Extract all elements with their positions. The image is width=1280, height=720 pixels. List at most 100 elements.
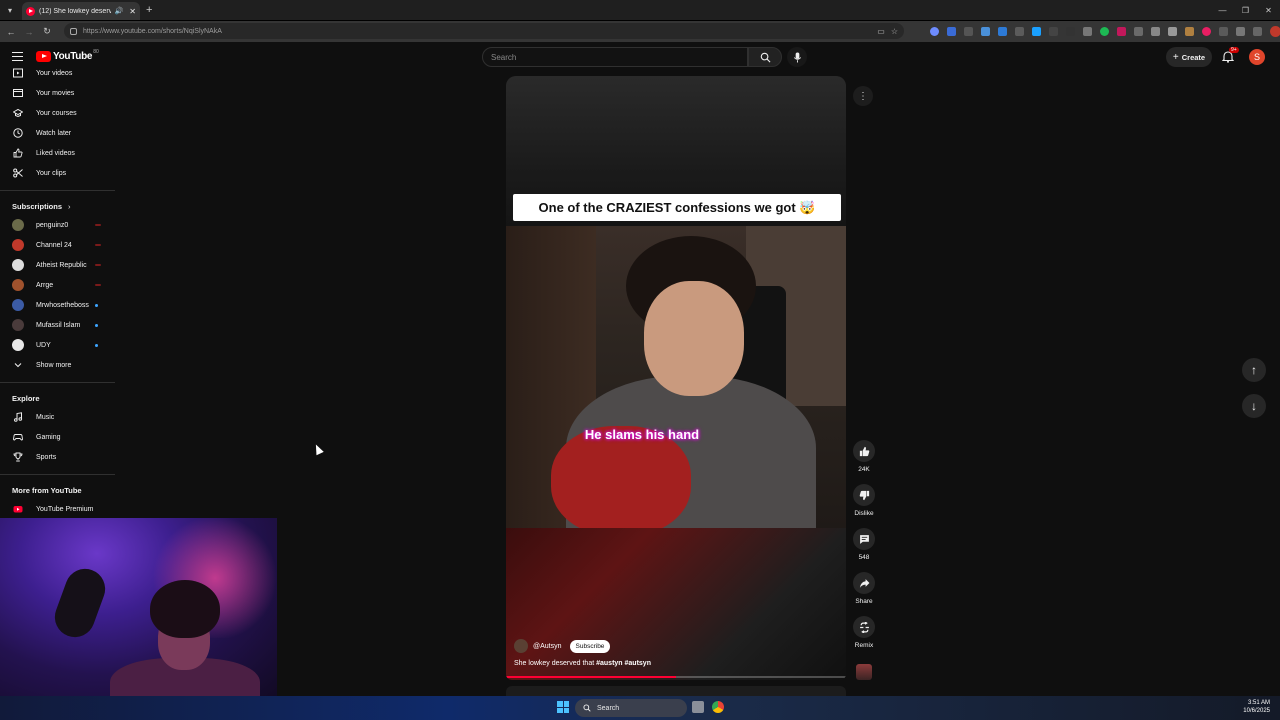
channel-avatar[interactable] [514,639,528,653]
extension-icon[interactable] [1049,27,1058,36]
more-options-icon[interactable]: ⋮ [853,86,873,106]
video-frame-bottom [506,528,846,680]
voice-search-button[interactable] [787,47,807,67]
sidebar-subscription-arrge[interactable]: Arrge [0,275,115,295]
plus-icon: + [1172,51,1179,63]
account-avatar[interactable]: S [1249,49,1265,65]
new-tab-button[interactable]: + [146,4,152,16]
sidebar-item-music[interactable]: Music [0,407,115,427]
back-icon[interactable]: ← [2,23,20,41]
subscribe-button[interactable]: Subscribe [569,639,611,653]
video-progress-bar[interactable] [506,676,846,678]
puzzle-extensions-icon[interactable] [1236,27,1245,36]
video-description[interactable]: She lowkey deserved that #austyn #autsyn [514,660,651,667]
extension-icon[interactable] [1185,27,1194,36]
extension-icon[interactable] [1202,27,1211,36]
next-short-button[interactable]: ↓ [1242,394,1266,418]
extension-icon[interactable] [1219,27,1228,36]
shorts-video-player[interactable]: One of the CRAZIEST confessions we got 🤯… [506,76,846,680]
minimize-icon[interactable]: — [1211,0,1234,20]
sound-thumbnail[interactable] [856,664,872,680]
task-view-icon[interactable] [692,701,704,713]
sidebar-subscription-mrwhosetheboss[interactable]: Mrwhosetheboss [0,295,115,315]
sidebar-item-label: Your videos [36,69,73,77]
search-placeholder: Search [491,52,517,62]
extension-icon[interactable] [981,27,990,36]
tab-close-icon[interactable]: ✕ [129,7,136,16]
close-window-icon[interactable]: ✕ [1257,0,1280,20]
reload-icon[interactable]: ↻ [38,23,56,41]
forward-icon[interactable]: → [20,23,38,41]
sidebar-item-sports[interactable]: Sports [0,447,115,467]
extension-icon[interactable] [947,27,956,36]
extension-icon[interactable] [930,27,939,36]
sidebar-item-gaming[interactable]: Gaming [0,427,115,447]
browser-tab-strip: ▾ (12) She lowkey deserved th 🔊 ✕ + — ❐ … [0,0,1280,20]
logo-country-code: 80 [93,48,99,55]
sidebar-subscription-udy[interactable]: UDY [0,335,115,355]
extension-icon[interactable] [1032,27,1041,36]
like-button[interactable]: 24K [852,440,876,473]
site-info-icon[interactable] [70,27,77,35]
youtube-logo[interactable]: YouTube 80 [36,48,99,62]
cast-icon[interactable]: ▭ [877,27,885,36]
sidebar-item-your-clips[interactable]: Your clips [0,163,115,183]
dislike-button[interactable]: Dislike [852,484,876,517]
channel-handle[interactable]: @Autsyn [533,643,562,650]
windows-start-icon[interactable] [557,701,569,713]
sidebar-item-youtube-premium[interactable]: YouTube Premium [0,499,115,519]
sidebar-item-your-videos[interactable]: Your videos [0,63,115,83]
extension-icon[interactable] [1168,27,1177,36]
extension-icon[interactable] [1134,27,1143,36]
show-more-button[interactable]: Show more [0,355,115,375]
sidebar-item-liked-videos[interactable]: Liked videos [0,143,115,163]
speaker-icon[interactable]: 🔊 [115,7,124,15]
thumbs-up-icon [12,147,24,159]
sidebar-item-label: Atheist Republic [36,261,87,269]
extension-icon[interactable] [1253,27,1262,36]
restore-icon[interactable]: ❐ [1234,0,1257,20]
sidebar-item-your-courses[interactable]: Your courses [0,103,115,123]
sidebar-item-label: penguinz0 [36,221,69,229]
browser-profile-avatar[interactable] [1270,26,1280,37]
share-button[interactable]: Share [852,572,876,605]
sidebar-subscription-penguinz0[interactable]: penguinz0 [0,215,115,235]
previous-short-button[interactable]: ↑ [1242,358,1266,382]
create-button[interactable]: + Create [1166,47,1212,67]
arrow-up-icon: ↑ [1251,363,1257,377]
taskbar-search[interactable]: Search [575,699,687,717]
sidebar-item-label: Gaming [36,433,61,441]
address-bar[interactable]: https://www.youtube.com/shorts/NqiSlyNAk… [64,23,904,39]
hamburger-menu-icon[interactable] [12,52,23,61]
browser-toolbar: ← → ↻ https://www.youtube.com/shorts/Nqi… [0,21,1280,42]
description-hashtags[interactable]: #austyn #autsyn [596,660,651,667]
extension-icon[interactable] [1066,27,1075,36]
search-button[interactable] [748,47,782,67]
comments-button[interactable]: 548 [852,528,876,561]
bookmark-star-icon[interactable]: ☆ [891,27,898,36]
sidebar-item-your-movies[interactable]: Your movies [0,83,115,103]
sidebar-item-label: Mufassil Islam [36,321,81,329]
subscriptions-heading[interactable]: Subscriptions › [0,197,115,215]
browser-tab-active[interactable]: (12) She lowkey deserved th 🔊 ✕ [22,2,140,20]
chrome-taskbar-icon[interactable] [712,701,724,713]
extension-icon[interactable] [1117,27,1126,36]
live-indicator-icon [95,224,101,226]
extension-icon[interactable] [964,27,973,36]
extension-icon[interactable] [1083,27,1092,36]
search-input[interactable]: Search [482,47,748,67]
sidebar-subscription-atheist-republic[interactable]: Atheist Republic [0,255,115,275]
tab-search-button[interactable]: ▾ [2,2,18,18]
system-clock[interactable]: 3:51 AM 10/6/2025 [1243,699,1270,715]
extension-icon[interactable] [1151,27,1160,36]
sidebar-subscription-mufassil-islam[interactable]: Mufassil Islam [0,315,115,335]
webcam-overlay [0,518,277,696]
video-frame-scene [506,226,846,528]
extension-icon[interactable] [1015,27,1024,36]
extension-icon[interactable] [998,27,1007,36]
new-content-dot-icon [95,304,98,307]
remix-button[interactable]: Remix [852,616,876,649]
sidebar-subscription-channel-24[interactable]: Channel 24 [0,235,115,255]
extension-icon[interactable] [1100,27,1109,36]
sidebar-item-watch-later[interactable]: Watch later [0,123,115,143]
